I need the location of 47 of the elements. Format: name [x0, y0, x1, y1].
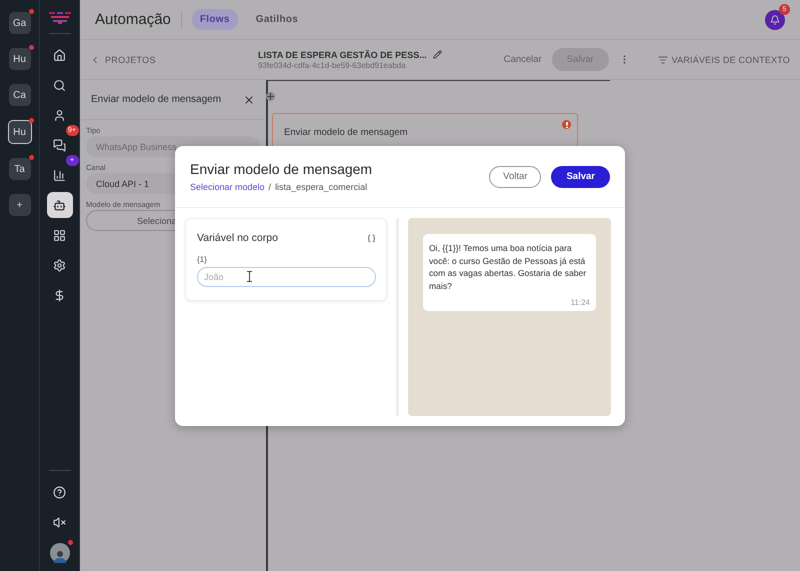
- list-icon: [658, 54, 668, 64]
- context-variables-button[interactable]: VARIÁVEIS DE CONTEXTO: [658, 54, 790, 64]
- workspace-item[interactable]: Hu: [8, 48, 30, 70]
- workspace-item[interactable]: Ga: [8, 12, 30, 34]
- dollar-icon: [53, 288, 66, 302]
- workspace-item[interactable]: Ca: [8, 84, 30, 106]
- message-time: 11:24: [570, 298, 590, 307]
- message-text: Oi, {{1}}! Temos uma boa notícia para você: o curso Gestão de Pessoas já está com as vagas abertas. Gostaria de saber mais?: [429, 242, 588, 292]
- breadcrumb-separator: /: [268, 182, 272, 192]
- apps-icon: [53, 228, 66, 242]
- search-icon: [53, 78, 66, 92]
- settings-icon: [53, 258, 66, 272]
- edit-icon[interactable]: [432, 50, 442, 59]
- variable-label: {1}: [197, 255, 208, 264]
- chat-icon: [53, 138, 66, 152]
- back-link[interactable]: PROJETOS: [90, 54, 258, 64]
- close-icon[interactable]: [243, 94, 255, 106]
- nav-button[interactable]: [46, 192, 72, 218]
- help-icon: [53, 486, 66, 498]
- logo-icon: [48, 12, 70, 24]
- home-icon: [53, 48, 66, 62]
- avatar[interactable]: [50, 543, 70, 563]
- back-button[interactable]: Voltar: [489, 166, 542, 188]
- node-title: Enviar modelo de mensagem: [284, 127, 409, 138]
- notifications-button[interactable]: [765, 10, 785, 30]
- muted-speaker-icon: [53, 516, 66, 528]
- input-field[interactable]: João: [197, 267, 376, 287]
- robot-icon: [53, 198, 66, 212]
- bell-icon: [770, 14, 780, 24]
- page-title: Automação: [95, 11, 171, 28]
- workspace-item[interactable]: Hu: [8, 120, 32, 144]
- save-button[interactable]: Salvar: [551, 166, 610, 188]
- panel-title: Enviar modelo de mensagem: [91, 94, 222, 105]
- card-title: Variável no corpo: [197, 232, 278, 244]
- flow-name: LISTA DE ESPERA GESTÃO DE PESS...: [258, 50, 427, 60]
- tab[interactable]: Gatilhos: [248, 9, 306, 30]
- variable-icon[interactable]: [367, 234, 376, 242]
- text-cursor-icon: [247, 271, 252, 282]
- breadcrumb-current: lista_espera_comercial: [275, 182, 368, 192]
- add-workspace-button[interactable]: +: [8, 194, 30, 216]
- flow-id: 93fe034d-cdfa-4c1d-be59-63ebd91eabda: [258, 60, 407, 70]
- chart-icon: [53, 168, 66, 182]
- workspace-item[interactable]: Ta: [8, 158, 30, 180]
- cancel-button[interactable]: Cancelar: [504, 54, 542, 65]
- add-node-button[interactable]: [266, 92, 275, 101]
- tab[interactable]: Flows: [192, 9, 238, 30]
- user-icon: [53, 108, 66, 122]
